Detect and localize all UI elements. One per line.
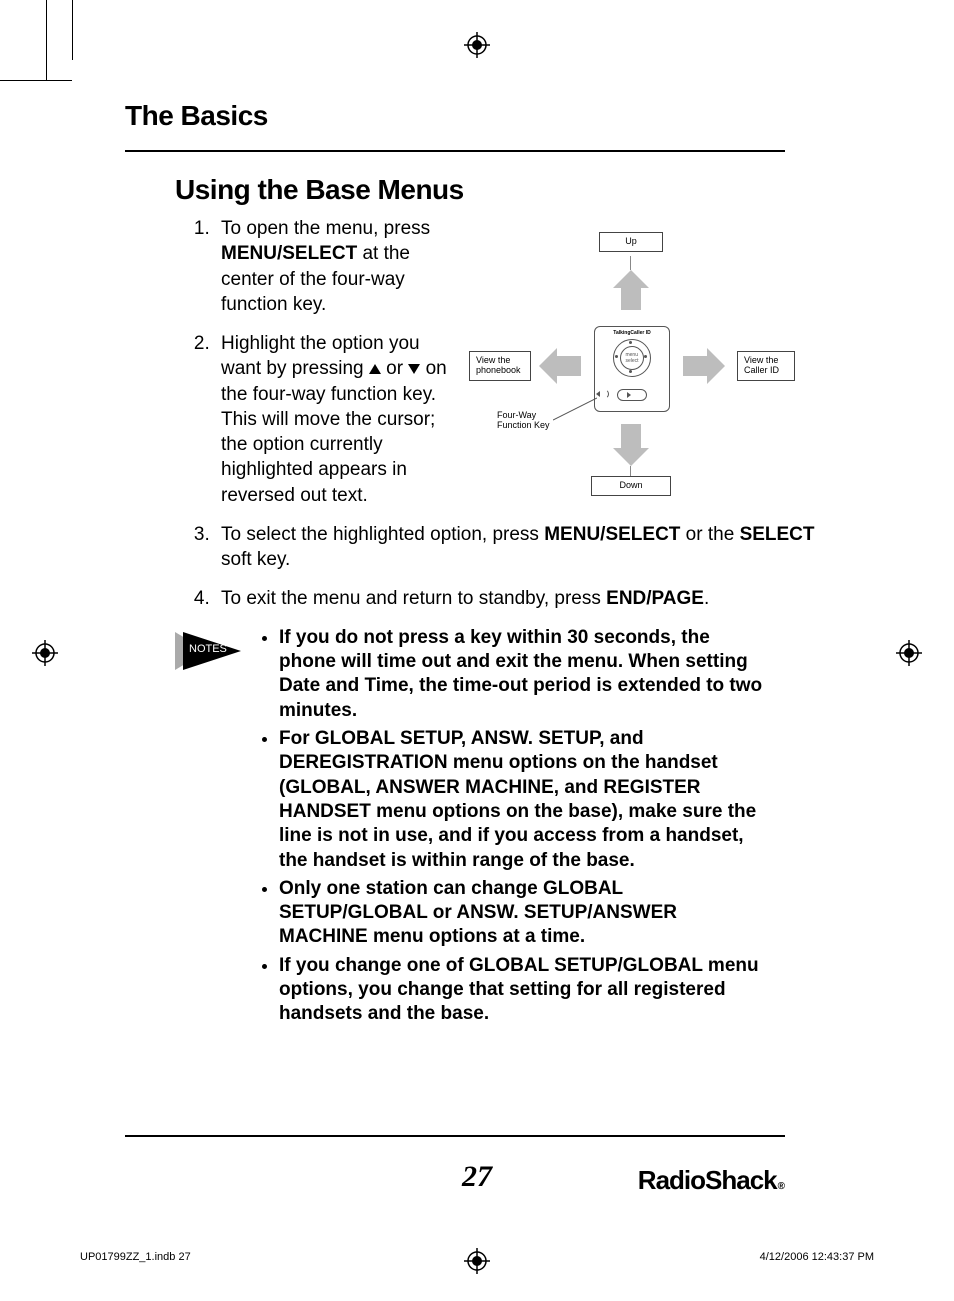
registration-mark-icon [464, 32, 490, 58]
step-text: or the [680, 524, 739, 545]
print-slug-left: UP01799ZZ_1.indb 27 [80, 1251, 191, 1263]
step-bold: END/PAGE [606, 588, 704, 609]
up-triangle-icon [369, 364, 381, 374]
device-icon: TalkingCaller ID menuselect [594, 326, 670, 412]
crop-mark [46, 0, 47, 80]
registration-mark-icon [464, 1248, 490, 1274]
step-text: To open the menu, press [221, 218, 430, 239]
diagram-label-up: Up [599, 232, 663, 252]
arrow-up-head-icon [613, 270, 649, 288]
step-text: soft key. [221, 549, 290, 570]
step-text: on the four-way function key. This will … [221, 358, 447, 505]
crop-mark [0, 80, 72, 81]
step-bold: MENU/SELECT [221, 243, 357, 264]
diagram-label-funckey: Four-Way Function Key [497, 411, 557, 431]
step-1: To open the menu, press MENU/SELECT at t… [215, 216, 461, 317]
arrow-right-head-icon [707, 348, 725, 384]
diagram-label-right: View the Caller ID [737, 351, 795, 381]
note-item: Only one station can change GLOBAL SETUP… [279, 877, 769, 950]
chapter-title: The Basics [125, 100, 785, 132]
step-bold: SELECT [740, 524, 815, 545]
arrow-left-head-icon [539, 348, 557, 384]
note-item: For GLOBAL SETUP, ANSW. SETUP, and DEREG… [279, 727, 769, 873]
note-item: If you do not press a key within 30 seco… [279, 626, 769, 723]
section-title: Using the Base Menus [175, 174, 785, 206]
step-text: or [381, 358, 408, 379]
page-number: 27 [0, 1160, 954, 1194]
diagram-label-down: Down [591, 476, 671, 496]
function-key-diagram: Up View the phonebook View the Caller ID… [479, 216, 785, 506]
step-4: To exit the menu and return to standby, … [215, 586, 825, 611]
arrow-right-icon [683, 356, 707, 376]
crop-mark [72, 0, 73, 60]
footer-rule [125, 1135, 785, 1137]
page-content: The Basics Using the Base Menus To open … [125, 100, 785, 1031]
down-triangle-icon [408, 364, 420, 374]
arrow-down-head-icon [613, 448, 649, 466]
registration-mark-icon [32, 640, 58, 666]
horizontal-rule [125, 150, 785, 152]
diagram-label-left: View the phonebook [469, 351, 531, 381]
device-label: TalkingCaller ID [595, 330, 669, 336]
arrow-left-icon [557, 356, 581, 376]
step-bold: MENU/SELECT [544, 524, 680, 545]
notes-icon: NOTES [175, 632, 247, 670]
brand-text: RadioShack [638, 1165, 777, 1195]
step-text: To exit the menu and return to standby, … [221, 588, 606, 609]
pointer-line-icon [553, 396, 597, 422]
step-2: Highlight the option you want by pressin… [215, 331, 461, 508]
arrow-up-icon [621, 286, 641, 310]
registration-mark-icon [896, 640, 922, 666]
step-text: . [704, 588, 709, 609]
notes-block: NOTES If you do not press a key within 3… [175, 626, 785, 1031]
connector-line [630, 256, 631, 270]
step-text: To select the highlighted option, press [221, 524, 544, 545]
brand-logo: RadioShack® [638, 1165, 784, 1196]
arrow-down-icon [621, 424, 641, 448]
step-3: To select the highlighted option, press … [215, 522, 825, 573]
note-item: If you change one of GLOBAL SETUP/GLOBAL… [279, 954, 769, 1027]
connector-line [630, 466, 631, 476]
print-slug-right: 4/12/2006 12:43:37 PM [760, 1251, 874, 1263]
notes-label: NOTES [189, 643, 227, 655]
